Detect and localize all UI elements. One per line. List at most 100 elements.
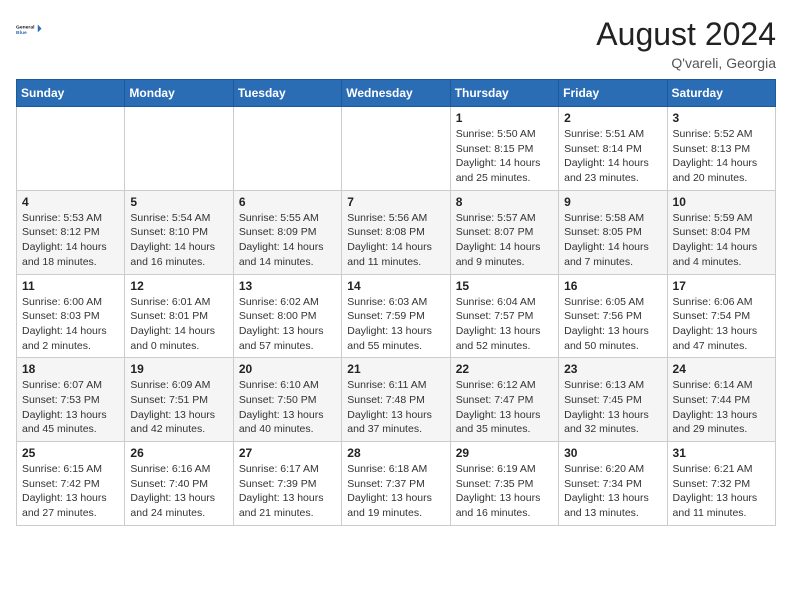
day-number: 9 <box>564 195 661 209</box>
calendar-cell: 13 Sunrise: 6:02 AMSunset: 8:00 PMDayligh… <box>233 274 341 358</box>
calendar-cell: 8 Sunrise: 5:57 AMSunset: 8:07 PMDaylight… <box>450 190 558 274</box>
day-info: Sunrise: 6:04 AMSunset: 7:57 PMDaylight:… <box>456 295 553 354</box>
calendar-header-tuesday: Tuesday <box>233 80 341 107</box>
calendar-cell <box>17 107 125 191</box>
day-number: 11 <box>22 279 119 293</box>
day-info: Sunrise: 6:17 AMSunset: 7:39 PMDaylight:… <box>239 462 336 521</box>
day-info: Sunrise: 6:15 AMSunset: 7:42 PMDaylight:… <box>22 462 119 521</box>
calendar-week-1: 1 Sunrise: 5:50 AMSunset: 8:15 PMDaylight… <box>17 107 776 191</box>
day-info: Sunrise: 5:52 AMSunset: 8:13 PMDaylight:… <box>673 127 770 186</box>
calendar-cell: 12 Sunrise: 6:01 AMSunset: 8:01 PMDayligh… <box>125 274 233 358</box>
day-number: 28 <box>347 446 444 460</box>
day-number: 1 <box>456 111 553 125</box>
calendar-week-5: 25Sunrise: 6:15 AMSunset: 7:42 PMDayligh… <box>17 442 776 526</box>
calendar-cell: 17 Sunrise: 6:06 AMSunset: 7:54 PMDayligh… <box>667 274 775 358</box>
day-number: 14 <box>347 279 444 293</box>
day-number: 22 <box>456 362 553 376</box>
day-info: Sunrise: 5:59 AMSunset: 8:04 PMDaylight:… <box>673 211 770 270</box>
day-info: Sunrise: 6:00 AMSunset: 8:03 PMDaylight:… <box>22 295 119 354</box>
day-number: 6 <box>239 195 336 209</box>
day-number: 31 <box>673 446 770 460</box>
day-info: Sunrise: 6:16 AMSunset: 7:40 PMDaylight:… <box>130 462 227 521</box>
calendar: SundayMondayTuesdayWednesdayThursdayFrid… <box>16 79 776 526</box>
day-info: Sunrise: 6:13 AMSunset: 7:45 PMDaylight:… <box>564 378 661 437</box>
calendar-cell: 26Sunrise: 6:16 AMSunset: 7:40 PMDayligh… <box>125 442 233 526</box>
calendar-cell: 25Sunrise: 6:15 AMSunset: 7:42 PMDayligh… <box>17 442 125 526</box>
calendar-header-thursday: Thursday <box>450 80 558 107</box>
calendar-cell: 3Sunrise: 5:52 AMSunset: 8:13 PMDaylight… <box>667 107 775 191</box>
day-number: 19 <box>130 362 227 376</box>
calendar-cell: 28 Sunrise: 6:18 AMSunset: 7:37 PMDayligh… <box>342 442 450 526</box>
calendar-week-3: 11 Sunrise: 6:00 AMSunset: 8:03 PMDayligh… <box>17 274 776 358</box>
calendar-cell: 9Sunrise: 5:58 AMSunset: 8:05 PMDaylight… <box>559 190 667 274</box>
calendar-cell: 30Sunrise: 6:20 AMSunset: 7:34 PMDayligh… <box>559 442 667 526</box>
day-number: 12 <box>130 279 227 293</box>
day-number: 5 <box>130 195 227 209</box>
day-info: Sunrise: 6:12 AMSunset: 7:47 PMDaylight:… <box>456 378 553 437</box>
day-info: Sunrise: 6:11 AMSunset: 7:48 PMDaylight:… <box>347 378 444 437</box>
day-number: 23 <box>564 362 661 376</box>
calendar-cell: 24 Sunrise: 6:14 AMSunset: 7:44 PMDayligh… <box>667 358 775 442</box>
day-info: Sunrise: 6:05 AMSunset: 7:56 PMDaylight:… <box>564 295 661 354</box>
calendar-cell: 16 Sunrise: 6:05 AMSunset: 7:56 PMDayligh… <box>559 274 667 358</box>
calendar-cell: 6 Sunrise: 5:55 AMSunset: 8:09 PMDaylight… <box>233 190 341 274</box>
calendar-week-4: 18 Sunrise: 6:07 AMSunset: 7:53 PMDayligh… <box>17 358 776 442</box>
day-info: Sunrise: 6:20 AMSunset: 7:34 PMDaylight:… <box>564 462 661 521</box>
day-info: Sunrise: 6:03 AMSunset: 7:59 PMDaylight:… <box>347 295 444 354</box>
calendar-cell: 19 Sunrise: 6:09 AMSunset: 7:51 PMDayligh… <box>125 358 233 442</box>
calendar-cell: 15Sunrise: 6:04 AMSunset: 7:57 PMDayligh… <box>450 274 558 358</box>
day-info: Sunrise: 5:53 AMSunset: 8:12 PMDaylight:… <box>22 211 119 270</box>
calendar-cell <box>125 107 233 191</box>
calendar-header: SundayMondayTuesdayWednesdayThursdayFrid… <box>17 80 776 107</box>
calendar-cell: 5 Sunrise: 5:54 AMSunset: 8:10 PMDaylight… <box>125 190 233 274</box>
calendar-cell: 1 Sunrise: 5:50 AMSunset: 8:15 PMDaylight… <box>450 107 558 191</box>
calendar-cell: 4Sunrise: 5:53 AMSunset: 8:12 PMDaylight… <box>17 190 125 274</box>
day-info: Sunrise: 5:51 AMSunset: 8:14 PMDaylight:… <box>564 127 661 186</box>
calendar-cell: 11 Sunrise: 6:00 AMSunset: 8:03 PMDayligh… <box>17 274 125 358</box>
day-info: Sunrise: 6:07 AMSunset: 7:53 PMDaylight:… <box>22 378 119 437</box>
day-number: 24 <box>673 362 770 376</box>
title-block: August 2024 Q'vareli, Georgia <box>596 16 776 71</box>
calendar-cell: 31 Sunrise: 6:21 AMSunset: 7:32 PMDayligh… <box>667 442 775 526</box>
calendar-header-sunday: Sunday <box>17 80 125 107</box>
day-info: Sunrise: 5:50 AMSunset: 8:15 PMDaylight:… <box>456 127 553 186</box>
day-info: Sunrise: 6:02 AMSunset: 8:00 PMDaylight:… <box>239 295 336 354</box>
calendar-header-friday: Friday <box>559 80 667 107</box>
day-number: 27 <box>239 446 336 460</box>
day-info: Sunrise: 6:06 AMSunset: 7:54 PMDaylight:… <box>673 295 770 354</box>
logo: GeneralBlue <box>16 16 44 44</box>
day-info: Sunrise: 6:19 AMSunset: 7:35 PMDaylight:… <box>456 462 553 521</box>
calendar-cell: 18 Sunrise: 6:07 AMSunset: 7:53 PMDayligh… <box>17 358 125 442</box>
svg-text:Blue: Blue <box>16 30 27 36</box>
calendar-header-monday: Monday <box>125 80 233 107</box>
day-info: Sunrise: 6:09 AMSunset: 7:51 PMDaylight:… <box>130 378 227 437</box>
calendar-cell: 21Sunrise: 6:11 AMSunset: 7:48 PMDayligh… <box>342 358 450 442</box>
svg-text:General: General <box>16 25 35 31</box>
day-info: Sunrise: 6:14 AMSunset: 7:44 PMDaylight:… <box>673 378 770 437</box>
calendar-cell: 7Sunrise: 5:56 AMSunset: 8:08 PMDaylight… <box>342 190 450 274</box>
day-info: Sunrise: 6:10 AMSunset: 7:50 PMDaylight:… <box>239 378 336 437</box>
day-info: Sunrise: 6:18 AMSunset: 7:37 PMDaylight:… <box>347 462 444 521</box>
day-info: Sunrise: 5:57 AMSunset: 8:07 PMDaylight:… <box>456 211 553 270</box>
calendar-cell: 22 Sunrise: 6:12 AMSunset: 7:47 PMDayligh… <box>450 358 558 442</box>
day-number: 17 <box>673 279 770 293</box>
day-number: 8 <box>456 195 553 209</box>
calendar-header-wednesday: Wednesday <box>342 80 450 107</box>
day-number: 18 <box>22 362 119 376</box>
day-number: 13 <box>239 279 336 293</box>
day-info: Sunrise: 6:21 AMSunset: 7:32 PMDaylight:… <box>673 462 770 521</box>
calendar-cell: 14 Sunrise: 6:03 AMSunset: 7:59 PMDayligh… <box>342 274 450 358</box>
calendar-cell <box>342 107 450 191</box>
page-header: GeneralBlue August 2024 Q'vareli, Georgi… <box>16 16 776 71</box>
calendar-cell: 10 Sunrise: 5:59 AMSunset: 8:04 PMDayligh… <box>667 190 775 274</box>
month-title: August 2024 <box>596 16 776 53</box>
logo-icon: GeneralBlue <box>16 16 44 44</box>
day-number: 10 <box>673 195 770 209</box>
calendar-cell: 23 Sunrise: 6:13 AMSunset: 7:45 PMDayligh… <box>559 358 667 442</box>
day-info: Sunrise: 5:55 AMSunset: 8:09 PMDaylight:… <box>239 211 336 270</box>
day-info: Sunrise: 5:54 AMSunset: 8:10 PMDaylight:… <box>130 211 227 270</box>
day-info: Sunrise: 6:01 AMSunset: 8:01 PMDaylight:… <box>130 295 227 354</box>
calendar-cell: 20Sunrise: 6:10 AMSunset: 7:50 PMDayligh… <box>233 358 341 442</box>
calendar-header-saturday: Saturday <box>667 80 775 107</box>
day-number: 16 <box>564 279 661 293</box>
